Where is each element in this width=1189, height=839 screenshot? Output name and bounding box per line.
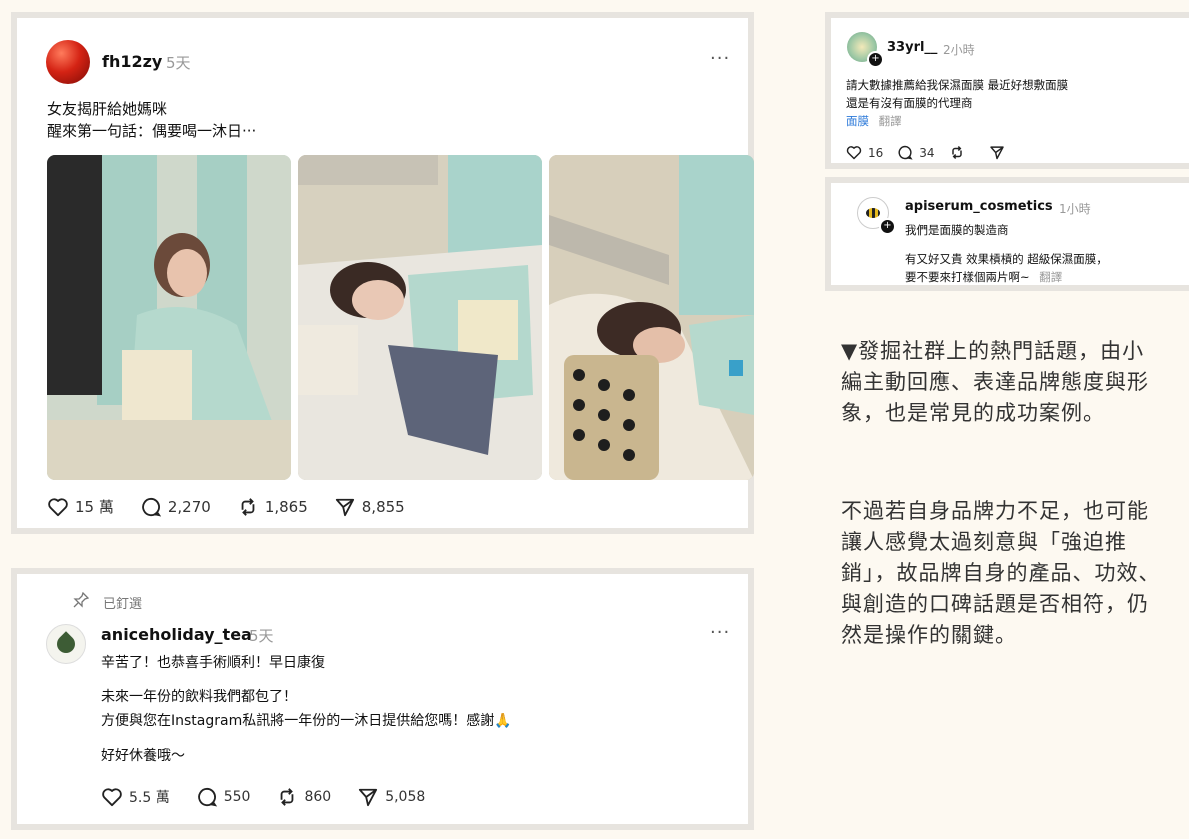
send-icon	[359, 788, 378, 807]
more-options-icon[interactable]: ···	[710, 48, 730, 69]
like-count: 16	[868, 145, 884, 160]
comment-icon	[197, 787, 217, 807]
comment-icon	[898, 145, 913, 160]
post-actions: 15 萬 2,270 1,865 8,855	[47, 496, 431, 517]
repost-icon	[241, 497, 255, 516]
send-icon	[335, 498, 354, 516]
snippet-actions: 16 34	[846, 145, 1037, 160]
reply-text-line4: 好好休養哦～	[101, 748, 185, 764]
snippet-text-line3-row: 要不要來打樣個兩片啊~ 翻譯	[905, 268, 1062, 286]
follow-plus-icon[interactable]: +	[879, 218, 896, 235]
snippet-username[interactable]: 33yrl__	[887, 40, 937, 55]
post-username[interactable]: fh12zy	[102, 52, 162, 71]
comment-button[interactable]: 550	[196, 787, 251, 807]
translate-link[interactable]: 翻譯	[1039, 270, 1062, 284]
post-photo-3[interactable]	[549, 155, 754, 480]
snippet-reply-card: + apiserum_cosmetics 1小時 我們是面膜的製造商 有又好又貴…	[825, 177, 1189, 291]
reply-text-line2: 未來一年份的飲料我們都包了！	[101, 689, 297, 705]
snippet-post-card: + 33yrl__ 2小時 請大數據推薦給我保濕面膜 最近好想敷面膜 還是有沒有…	[825, 12, 1189, 169]
comment-button[interactable]: 2,270	[140, 497, 211, 517]
pinned-label: 已釘選	[103, 597, 143, 612]
post-photo-2[interactable]	[298, 155, 542, 480]
like-count: 5.5 萬	[129, 790, 170, 806]
snippet-text-line2: 還是有沒有面膜的代理商	[846, 96, 973, 110]
repost-button[interactable]	[949, 145, 971, 160]
reply-card: 已釘選 aniceholiday_tea 5天 ··· 辛苦了！也恭喜手術順利！…	[11, 568, 754, 830]
snippet-tags: 面膜 翻譯	[846, 112, 902, 130]
description-paragraph-1: ▼發掘社群上的熱門話題，由小編主動回應、表達品牌態度與形象，也是常見的成功案例。	[841, 339, 1149, 425]
avatar[interactable]	[46, 624, 86, 664]
heart-icon	[48, 497, 68, 516]
reply-text-line3: 方便與您在Instagram私訊將一年份的一沐日提供給您嗎！感謝🙏	[101, 713, 512, 729]
snippet-username[interactable]: apiserum_cosmetics	[905, 199, 1053, 214]
repost-icon	[281, 788, 294, 806]
comment-icon	[142, 497, 162, 517]
description-paragraph-2: 不過若自身品牌力不足，也可能讓人感覺太過刻意與「強迫推銷」，故品牌自身的產品、功…	[841, 499, 1161, 647]
snippet-text-line1: 請大數據推薦給我保濕面膜 最近好想敷面膜	[846, 78, 1069, 92]
snippet-text-line3: 要不要來打樣個兩片啊~	[905, 270, 1030, 284]
share-count: 8,855	[361, 497, 405, 516]
like-button[interactable]: 5.5 萬	[101, 787, 170, 807]
post-text-line1: 女友揭肝給她媽咪	[47, 100, 168, 118]
like-count: 15 萬	[75, 498, 114, 516]
share-button[interactable]	[989, 145, 1011, 160]
send-icon	[989, 146, 1004, 160]
snippet-text-line1: 我們是面膜的製造商	[905, 223, 1009, 237]
more-options-icon[interactable]: ···	[710, 622, 730, 643]
comment-count: 2,270	[167, 497, 211, 516]
post-card: fh12zy 5天 ··· 女友揭肝給她媽咪 醒來第一句話：偶要喝一沐日···	[11, 12, 754, 534]
comment-button[interactable]: 34	[897, 145, 935, 160]
snippet-time: 1小時	[1059, 202, 1091, 216]
reply-username[interactable]: aniceholiday_tea	[101, 625, 252, 644]
like-button[interactable]: 15 萬	[47, 496, 114, 517]
topic-tag[interactable]: 面膜	[846, 114, 869, 128]
share-count: 5,058	[385, 789, 426, 805]
post-photo-1[interactable]	[47, 155, 291, 480]
pin-icon	[73, 592, 89, 608]
snippet-time: 2小時	[943, 43, 975, 57]
translate-link[interactable]: 翻譯	[879, 114, 902, 128]
snippet-text-line2: 有又好又貴 效果槓槓的 超級保濕面膜，	[905, 252, 1108, 266]
heart-icon	[102, 788, 122, 807]
post-text-line2: 醒來第一句話：偶要喝一沐日···	[47, 122, 257, 140]
reply-actions: 5.5 萬 550 860 5,058	[101, 787, 451, 807]
reply-text-line1: 辛苦了！也恭喜手術順利！早日康復	[101, 655, 325, 671]
bee-logo-icon	[866, 208, 880, 218]
share-button[interactable]: 5,058	[357, 787, 425, 807]
follow-plus-icon[interactable]: +	[867, 51, 884, 68]
avatar[interactable]	[46, 40, 90, 84]
repost-button[interactable]: 860	[276, 787, 331, 807]
post-time: 5天	[166, 54, 191, 72]
comment-count: 34	[919, 145, 935, 160]
repost-icon	[951, 145, 962, 160]
like-button[interactable]: 16	[846, 145, 883, 160]
reply-time: 5天	[249, 627, 274, 645]
comment-count: 550	[223, 789, 251, 805]
heart-icon	[846, 146, 862, 160]
repost-button[interactable]: 1,865	[237, 497, 308, 517]
repost-count: 860	[304, 789, 332, 805]
repost-count: 1,865	[264, 497, 308, 516]
share-button[interactable]: 8,855	[334, 497, 405, 517]
